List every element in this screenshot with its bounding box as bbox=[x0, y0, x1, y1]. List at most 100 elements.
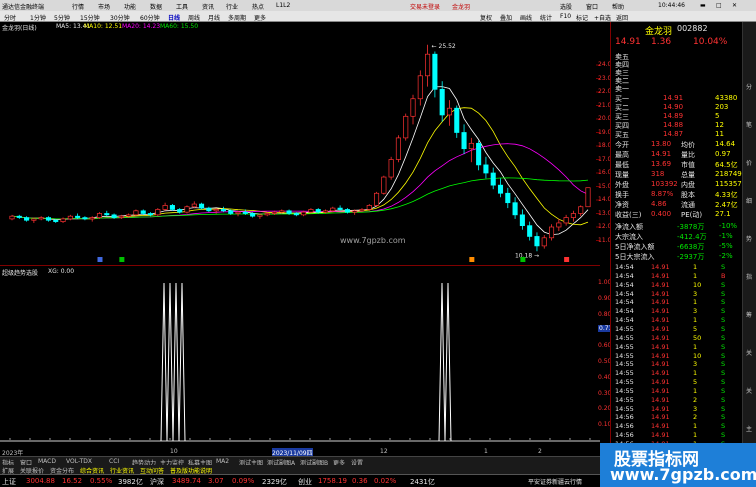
stats-button[interactable]: 统计 bbox=[540, 13, 552, 22]
menu-item-data[interactable]: 数据 bbox=[150, 2, 162, 11]
date-axis: 2023年 10 2023/11/09四 12 1 2 bbox=[0, 447, 600, 457]
back-button[interactable]: 返回 bbox=[616, 13, 628, 22]
baseline-dot bbox=[309, 438, 311, 440]
ask-label: 卖一 bbox=[615, 85, 629, 93]
minimize-icon[interactable]: ▬ bbox=[700, 2, 706, 9]
draw-button[interactable]: 画线 bbox=[520, 13, 532, 22]
ma10-line bbox=[11, 107, 589, 226]
bid-row[interactable]: 买五 14.87 11 bbox=[611, 130, 743, 139]
side-tab[interactable]: 筹 bbox=[746, 310, 752, 319]
event-marker-icon[interactable] bbox=[97, 257, 103, 262]
period-tab-1min[interactable]: 1分钟 bbox=[30, 13, 46, 22]
candle-body bbox=[111, 214, 117, 218]
event-marker-icon[interactable] bbox=[564, 257, 570, 262]
menu-item-news[interactable]: 资讯 bbox=[202, 2, 214, 11]
period-tab-weekly[interactable]: 周线 bbox=[188, 13, 200, 22]
bid-row[interactable]: 买一 14.91 43380 bbox=[611, 94, 743, 103]
event-marker-icon[interactable] bbox=[469, 257, 475, 262]
candle bbox=[45, 216, 51, 222]
candle bbox=[425, 44, 431, 87]
mark-button[interactable]: 标记 bbox=[576, 13, 588, 22]
menu-item-market[interactable]: 市场 bbox=[98, 2, 110, 11]
candle bbox=[104, 210, 110, 217]
tick-volume: 50 bbox=[693, 333, 702, 342]
tick-volume: 10 bbox=[693, 280, 702, 289]
tick-side: S bbox=[721, 289, 726, 298]
side-tab[interactable]: 主 bbox=[746, 424, 752, 433]
baseline-dot bbox=[249, 438, 251, 440]
tick-time: 14:54 bbox=[615, 316, 634, 325]
menu-item-hot[interactable]: 热点 bbox=[252, 2, 264, 11]
period-tab-monthly[interactable]: 月线 bbox=[208, 13, 220, 22]
side-tab[interactable]: 势 bbox=[746, 234, 752, 243]
menu-item-l1l2[interactable]: L1L2 bbox=[276, 2, 290, 9]
indicator-tab[interactable]: VOL-TDX bbox=[66, 458, 92, 465]
period-tab-multi[interactable]: 多周期 bbox=[228, 13, 246, 22]
baseline-dot bbox=[89, 438, 91, 440]
menu-item-quotes[interactable]: 行情 bbox=[72, 2, 84, 11]
period-tab-intraday[interactable]: 分时 bbox=[4, 13, 16, 22]
side-tab[interactable]: 指 bbox=[746, 272, 752, 281]
stat-value: 0.400 bbox=[651, 210, 672, 218]
menu-item-tools[interactable]: 工具 bbox=[176, 2, 188, 11]
period-tab-60min[interactable]: 60分钟 bbox=[140, 13, 160, 22]
menu-item-help[interactable]: 帮助 bbox=[612, 2, 624, 11]
period-tab-15min[interactable]: 15分钟 bbox=[80, 13, 100, 22]
side-tab[interactable]: 价 bbox=[746, 158, 752, 167]
candle bbox=[169, 204, 175, 211]
tick-side: S bbox=[721, 263, 726, 271]
candlestick-chart[interactable]: ← 25.52 10.18 → bbox=[0, 32, 600, 264]
tick-price: 14.91 bbox=[651, 351, 670, 360]
bid-row[interactable]: 买三 14.89 5 bbox=[611, 112, 743, 121]
menu-item-window[interactable]: 窗口 bbox=[586, 2, 598, 11]
candle bbox=[519, 209, 525, 230]
candle-body bbox=[184, 206, 190, 213]
close-icon[interactable]: ✕ bbox=[732, 2, 737, 9]
indicator-tab[interactable]: MA2 bbox=[216, 458, 229, 465]
bid-row[interactable]: 买四 14.88 12 bbox=[611, 121, 743, 130]
period-tab-daily[interactable]: 日线 bbox=[168, 13, 180, 22]
period-tab-5min[interactable]: 5分钟 bbox=[54, 13, 70, 22]
menu-item-select[interactable]: 选股 bbox=[560, 2, 572, 11]
add-watchlist-button[interactable]: +自选 bbox=[594, 13, 611, 22]
menu-item-function[interactable]: 功能 bbox=[124, 2, 136, 11]
side-tab[interactable]: 关 bbox=[746, 348, 752, 357]
adjust-button[interactable]: 复权 bbox=[480, 13, 492, 22]
candle-body bbox=[293, 213, 299, 216]
event-marker-icon[interactable] bbox=[520, 257, 526, 262]
period-tab-30min[interactable]: 30分钟 bbox=[110, 13, 130, 22]
overlay-button[interactable]: 叠加 bbox=[500, 13, 512, 22]
candle bbox=[155, 208, 161, 217]
baseline-dot bbox=[129, 438, 131, 440]
stat-label: 总量 bbox=[681, 171, 695, 179]
ask-row[interactable]: 卖一 bbox=[611, 84, 743, 93]
tick-time: 14:54 bbox=[615, 307, 634, 316]
tick-side: S bbox=[721, 307, 726, 316]
side-tab[interactable]: 关 bbox=[746, 386, 752, 395]
login-status[interactable]: 交易未登录 bbox=[410, 2, 440, 11]
side-tab[interactable]: 笔 bbox=[746, 120, 752, 129]
maximize-icon[interactable]: □ bbox=[716, 2, 722, 9]
stat-label: 今开 bbox=[615, 141, 629, 149]
candle bbox=[563, 214, 569, 226]
candle-body bbox=[425, 53, 431, 77]
candle-body bbox=[213, 209, 219, 212]
date-label: 10 bbox=[170, 448, 178, 455]
indicator-chart[interactable] bbox=[0, 277, 600, 447]
f10-button[interactable]: F10 bbox=[560, 13, 571, 20]
side-tab[interactable]: 分 bbox=[746, 82, 752, 91]
menu-item-industry[interactable]: 行业 bbox=[226, 2, 238, 11]
period-tab-more[interactable]: 更多 bbox=[254, 13, 266, 22]
flow-value: -6638万 bbox=[677, 243, 705, 251]
tick-row: 14:55 14.91 1 S bbox=[611, 343, 743, 352]
title-bar: 通达信金融终端 行情 市场 功能 数据 工具 资讯 行业 热点 L1L2 交易未… bbox=[0, 0, 756, 11]
tick-row: 14:56 14.91 2 S bbox=[611, 413, 743, 422]
event-marker-icon[interactable] bbox=[119, 257, 125, 262]
tick-side: S bbox=[721, 404, 726, 413]
bid-row[interactable]: 买二 14.90 203 bbox=[611, 103, 743, 112]
side-tab[interactable]: 细 bbox=[746, 196, 752, 205]
baseline-dot bbox=[169, 438, 171, 440]
indicator-tab[interactable]: MACD bbox=[38, 458, 56, 465]
candle-body bbox=[322, 210, 329, 213]
indicator-tab[interactable]: CCI bbox=[109, 458, 119, 465]
